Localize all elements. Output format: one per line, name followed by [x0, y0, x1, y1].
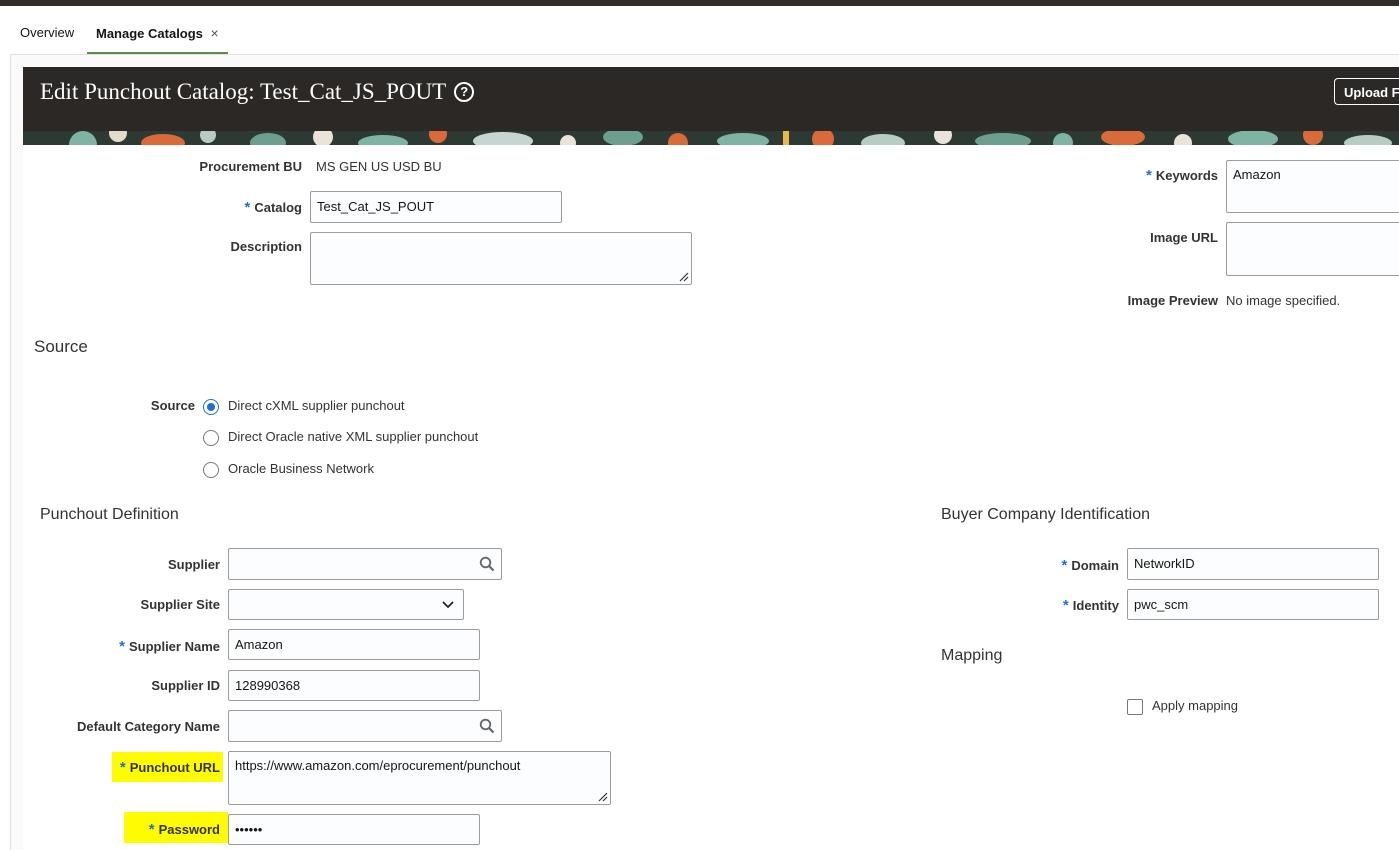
source-radio-oracle-native[interactable] — [203, 430, 219, 446]
domain-label-text: Domain — [1071, 558, 1119, 573]
required-marker: * — [244, 199, 251, 216]
identity-input[interactable]: pwc_scm — [1127, 589, 1379, 620]
apply-mapping-label[interactable]: Apply mapping — [1152, 698, 1238, 713]
required-marker: * — [148, 821, 155, 838]
page-title-text: Edit Punchout Catalog: Test_Cat_JS_POUT — [40, 79, 447, 104]
supplier-id-label: Supplier ID — [151, 678, 220, 693]
image-preview-label: Image Preview — [1127, 293, 1218, 308]
tab-manage-catalogs[interactable]: Manage Catalogs × — [87, 6, 228, 55]
upload-button[interactable]: Upload F — [1334, 78, 1399, 105]
source-option-obn[interactable]: Oracle Business Network — [228, 461, 374, 476]
catalog-label: * Catalog — [150, 199, 302, 216]
procurement-bu-label: Procurement BU — [199, 159, 302, 174]
password-input[interactable]: •••••• — [228, 814, 480, 845]
image-url-textarea[interactable] — [1226, 222, 1399, 276]
page-title: Edit Punchout Catalog: Test_Cat_JS_POUT? — [40, 79, 475, 105]
image-preview-value: No image specified. — [1226, 293, 1341, 308]
supplier-site-label: Supplier Site — [140, 597, 220, 612]
punchout-url-label: * Punchout URL — [40, 759, 220, 776]
description-textarea[interactable] — [310, 232, 692, 285]
required-marker: * — [1146, 167, 1152, 184]
catalog-input[interactable]: Test_Cat_JS_POUT — [310, 191, 562, 223]
punchout-url-value: https://www.amazon.com/eprocurement/punc… — [235, 758, 521, 773]
apply-mapping-checkbox[interactable] — [1127, 699, 1143, 715]
default-category-input[interactable] — [228, 710, 502, 742]
identity-label: * Identity — [980, 597, 1119, 614]
source-option-oracle-native[interactable]: Direct Oracle native XML supplier puncho… — [228, 429, 478, 444]
source-label: Source — [150, 398, 195, 413]
supplier-input[interactable] — [228, 548, 502, 580]
resize-handle-icon[interactable] — [679, 272, 689, 282]
domain-label: * Domain — [980, 557, 1119, 574]
image-url-label: Image URL — [1150, 230, 1218, 245]
page-header: Edit Punchout Catalog: Test_Cat_JS_POUT?… — [23, 67, 1399, 131]
resize-handle-icon[interactable] — [598, 792, 608, 802]
required-marker: * — [119, 638, 125, 655]
mapping-heading: Mapping — [941, 647, 1003, 664]
catalog-label-text: Catalog — [254, 200, 302, 215]
tab-manage-catalogs-label: Manage Catalogs — [96, 26, 203, 41]
source-radio-cxml[interactable] — [203, 399, 219, 415]
supplier-label: Supplier — [167, 557, 220, 572]
tab-bar: Overview Manage Catalogs × — [0, 6, 1399, 55]
identity-label-text: Identity — [1072, 598, 1119, 613]
keywords-label: * Keywords — [1060, 167, 1218, 184]
password-label: * Password — [40, 821, 220, 838]
description-label: Description — [230, 239, 302, 254]
source-option-cxml[interactable]: Direct cXML supplier punchout — [228, 398, 405, 413]
punchout-definition-heading: Punchout Definition — [40, 506, 179, 523]
help-icon[interactable]: ? — [454, 81, 475, 102]
source-radio-obn[interactable] — [203, 462, 219, 478]
required-marker: * — [1062, 597, 1069, 614]
chevron-down-icon[interactable] — [441, 599, 455, 611]
decorative-banner — [23, 131, 1399, 145]
tab-overview[interactable]: Overview — [20, 6, 74, 52]
punchout-url-textarea[interactable]: https://www.amazon.com/eprocurement/punc… — [228, 751, 611, 805]
required-marker: * — [1061, 557, 1068, 574]
required-marker: * — [119, 759, 126, 776]
supplier-name-input[interactable]: Amazon — [228, 629, 480, 660]
keywords-label-text: Keywords — [1155, 168, 1218, 183]
supplier-name-label: * Supplier Name — [40, 638, 220, 655]
password-label-text: Password — [158, 822, 220, 837]
keywords-textarea[interactable]: Amazon — [1226, 160, 1399, 213]
buyer-company-heading: Buyer Company Identification — [941, 506, 1150, 523]
punchout-url-label-text: Punchout URL — [129, 760, 220, 775]
search-icon[interactable] — [479, 556, 495, 572]
procurement-bu-value: MS GEN US USD BU — [316, 159, 442, 174]
close-icon[interactable]: × — [211, 25, 219, 41]
domain-input[interactable]: NetworkID — [1127, 548, 1379, 580]
search-icon[interactable] — [479, 718, 495, 734]
supplier-id-input[interactable]: 128990368 — [228, 670, 480, 701]
default-category-label: Default Category Name — [76, 719, 220, 734]
source-heading: Source — [34, 337, 88, 356]
supplier-name-label-text: Supplier Name — [128, 639, 220, 654]
banner-pattern — [23, 131, 1399, 145]
supplier-site-select[interactable] — [228, 589, 464, 620]
